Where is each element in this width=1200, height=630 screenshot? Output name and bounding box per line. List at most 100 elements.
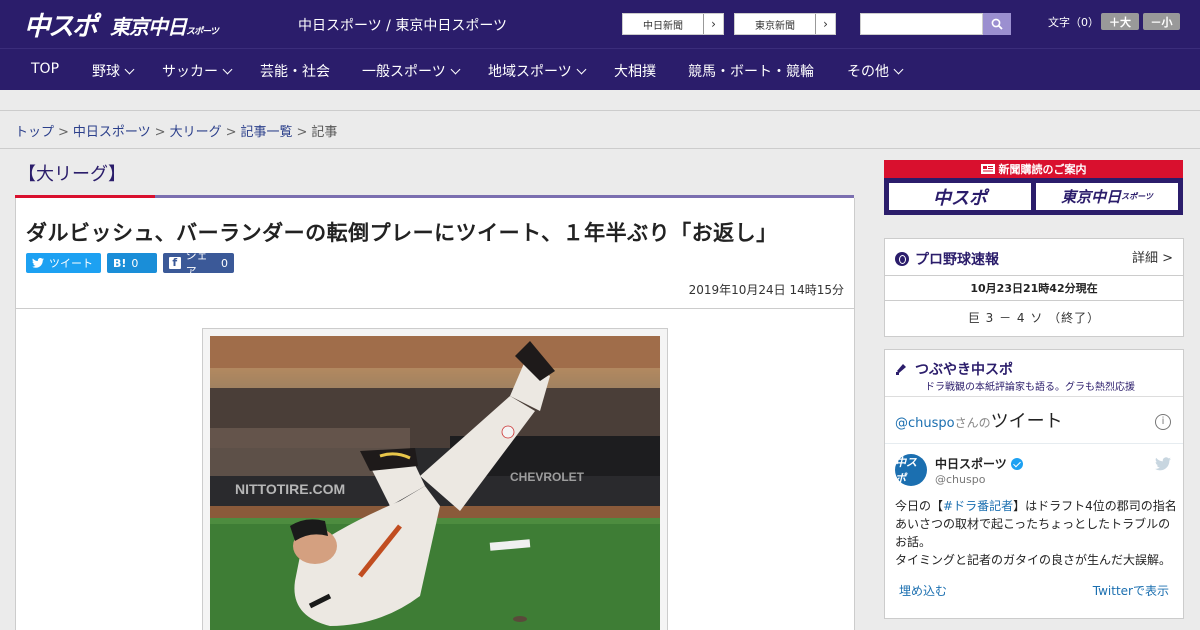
chuspo-logo[interactable]: 中スポ <box>24 6 98 43</box>
breadcrumb-separator: > <box>58 125 69 140</box>
tweet-text-prefix: 今日の【 <box>895 499 944 513</box>
search-icon <box>991 18 1003 30</box>
font-size-label: 文字（0） <box>1048 16 1099 29</box>
tweets-box: つぶやき中スポ ドラ戦観の本紙評論家も語る。グラも熱烈応援 @chuspoさんの… <box>884 349 1184 619</box>
megaphone-icon <box>896 364 906 375</box>
top-header: 中スポ 東京中日スポーツ 中日スポーツ / 東京中日スポーツ 中日新聞 › 東京… <box>0 0 1200 48</box>
breadcrumb-article-list[interactable]: 記事一覧 <box>241 125 293 140</box>
nav-soccer[interactable]: サッカー <box>162 61 233 81</box>
nav-label: 地域スポーツ <box>488 64 572 80</box>
chevron-down-icon <box>124 64 135 74</box>
tokyo-shimbun-link[interactable]: 東京新聞 › <box>734 13 836 35</box>
article-category: 【大リーグ】 <box>18 164 126 185</box>
breadcrumb-mlb[interactable]: 大リーグ <box>170 125 222 140</box>
article-headline: ダルビッシュ、バーランダーの転倒プレーにツイート、１年半ぶり「お返し」 <box>26 221 778 245</box>
twitter-timeline-widget: @chuspoさんのツイート i 中スポ 中日スポーツ @chuspo 今日の【… <box>885 396 1183 570</box>
font-larger-button[interactable]: ＋大 <box>1101 13 1139 30</box>
tweets-title-text: つぶやき中スポ <box>915 362 1013 378</box>
scores-title-text: プロ野球速報 <box>915 252 999 268</box>
divider <box>16 308 854 309</box>
nav-sumo[interactable]: 大相撲 <box>614 61 656 81</box>
nav-local-sports[interactable]: 地域スポーツ <box>488 61 587 81</box>
chevron-right-icon: › <box>815 14 835 34</box>
nav-label: 大相撲 <box>614 64 656 80</box>
chunichi-shimbun-label: 中日新聞 <box>643 20 683 32</box>
article-photo[interactable]: NITTOTIRE.COM CHEVROLET <box>210 336 660 630</box>
tweet-account-handle[interactable]: @chuspo <box>935 473 985 486</box>
nav-baseball[interactable]: 野球 <box>92 61 135 81</box>
nav-other[interactable]: その他 <box>847 61 904 81</box>
scores-detail-link[interactable]: 詳細 > <box>1132 247 1173 266</box>
chevron-down-icon <box>893 64 904 74</box>
tokyo-chunichi-small: スポーツ <box>1121 192 1153 201</box>
site-title: 中日スポーツ / 東京中日スポーツ <box>298 18 508 34</box>
account-name-text: 中日スポーツ <box>935 457 1007 471</box>
tokyo-logo-small: スポーツ <box>186 27 219 37</box>
hatena-icon: B! <box>113 256 127 270</box>
twitter-bird-icon <box>32 258 44 268</box>
breadcrumb-chunichi-sports[interactable]: 中日スポーツ <box>73 125 151 140</box>
nav-racing[interactable]: 競馬・ボート・競輪 <box>688 61 814 81</box>
tweet-account-name[interactable]: 中日スポーツ <box>935 455 1023 472</box>
tokyo-chunichi-logo[interactable]: 東京中日スポーツ <box>110 11 219 40</box>
subscribe-tokyo-chunichi-button[interactable]: 東京中日 スポーツ <box>1035 182 1179 211</box>
subscription-banner: 新聞購読のご案内 中スポ 東京中日 スポーツ <box>884 160 1183 215</box>
chunichi-shimbun-link[interactable]: 中日新聞 › <box>622 13 724 35</box>
tweet-hashtag[interactable]: #ドラ番記者 <box>943 499 1013 513</box>
tokyo-shimbun-label: 東京新聞 <box>755 20 795 32</box>
tweet-share-label: ツイート <box>49 257 93 270</box>
tweets-subtitle: ドラ戦観の本紙評論家も語る。グラも熱烈応援 <box>925 382 1135 393</box>
nav-label: 競馬・ボート・競輪 <box>688 64 814 80</box>
subscription-heading-text: 新聞購読のご案内 <box>998 163 1087 176</box>
main-nav: TOP 野球 サッカー 芸能・社会 一般スポーツ 地域スポーツ 大相撲 競馬・ボ… <box>0 48 1200 90</box>
nav-general-sports[interactable]: 一般スポーツ <box>362 61 461 81</box>
search-input[interactable] <box>860 13 983 35</box>
tweet-share-button[interactable]: ツイート <box>26 253 101 273</box>
breadcrumb: トップ > 中日スポーツ > 大リーグ > 記事一覧 > 記事 <box>15 121 337 140</box>
view-on-twitter-link[interactable]: Twitterで表示 <box>1093 582 1169 599</box>
baseball-player-photo: NITTOTIRE.COM CHEVROLET <box>210 336 660 630</box>
chevron-down-icon <box>222 64 233 74</box>
subscribe-chuspo-button[interactable]: 中スポ <box>888 182 1032 211</box>
search-button[interactable] <box>983 13 1011 35</box>
twitter-widget-handle[interactable]: @chuspo <box>895 416 955 431</box>
baseball-icon <box>895 252 909 266</box>
breadcrumb-separator: > <box>296 125 308 140</box>
nav-label: サッカー <box>162 64 218 80</box>
tokyo-logo-text: 東京中日 <box>110 15 187 39</box>
hatena-count: 0 <box>131 256 139 270</box>
twitter-bird-icon[interactable] <box>1155 457 1171 471</box>
breadcrumb-top[interactable]: トップ <box>15 125 54 140</box>
score-result[interactable]: 巨 3 － 4 ソ （終了） <box>885 309 1183 326</box>
tweets-title: つぶやき中スポ <box>895 359 1013 379</box>
scores-title: プロ野球速報 <box>895 249 999 269</box>
nav-top[interactable]: TOP <box>31 61 59 77</box>
avatar[interactable]: 中スポ <box>895 454 927 486</box>
embed-link[interactable]: 埋め込む <box>899 582 947 599</box>
tokyo-chunichi-label: 東京中日 <box>1061 188 1122 206</box>
article-date: 2019年10月24日 14時15分 <box>688 283 844 297</box>
tweet-text: 今日の【#ドラ番記者】はドラフト4位の郡司の指名あいさつの取材で起こったちょっと… <box>895 497 1177 569</box>
chevron-down-icon <box>576 64 587 74</box>
facebook-share-button[interactable]: f シェア 0 <box>163 249 234 278</box>
nav-label: その他 <box>847 64 889 80</box>
nav-label: 一般スポーツ <box>362 64 446 80</box>
breadcrumb-separator: > <box>225 125 237 140</box>
nav-label: 野球 <box>92 64 120 80</box>
divider <box>885 443 1183 444</box>
info-icon[interactable]: i <box>1155 414 1171 430</box>
facebook-share-label: シェア <box>185 249 208 278</box>
nav-label: TOP <box>31 61 60 77</box>
breadcrumb-separator: > <box>154 125 166 140</box>
font-smaller-button[interactable]: －小 <box>1143 13 1180 30</box>
svg-text:CHEVROLET: CHEVROLET <box>510 470 585 484</box>
breadcrumb-current: 記事 <box>311 125 338 140</box>
chevron-right-icon: › <box>703 14 723 34</box>
divider <box>0 110 1200 111</box>
facebook-count: 0 <box>221 256 228 270</box>
newspaper-icon <box>980 164 995 174</box>
hatena-bookmark-button[interactable]: B! 0 <box>107 253 157 273</box>
nav-entertainment[interactable]: 芸能・社会 <box>260 61 330 81</box>
chevron-down-icon <box>450 64 461 74</box>
scores-timestamp: 10月23日21時42分現在 <box>885 275 1183 301</box>
